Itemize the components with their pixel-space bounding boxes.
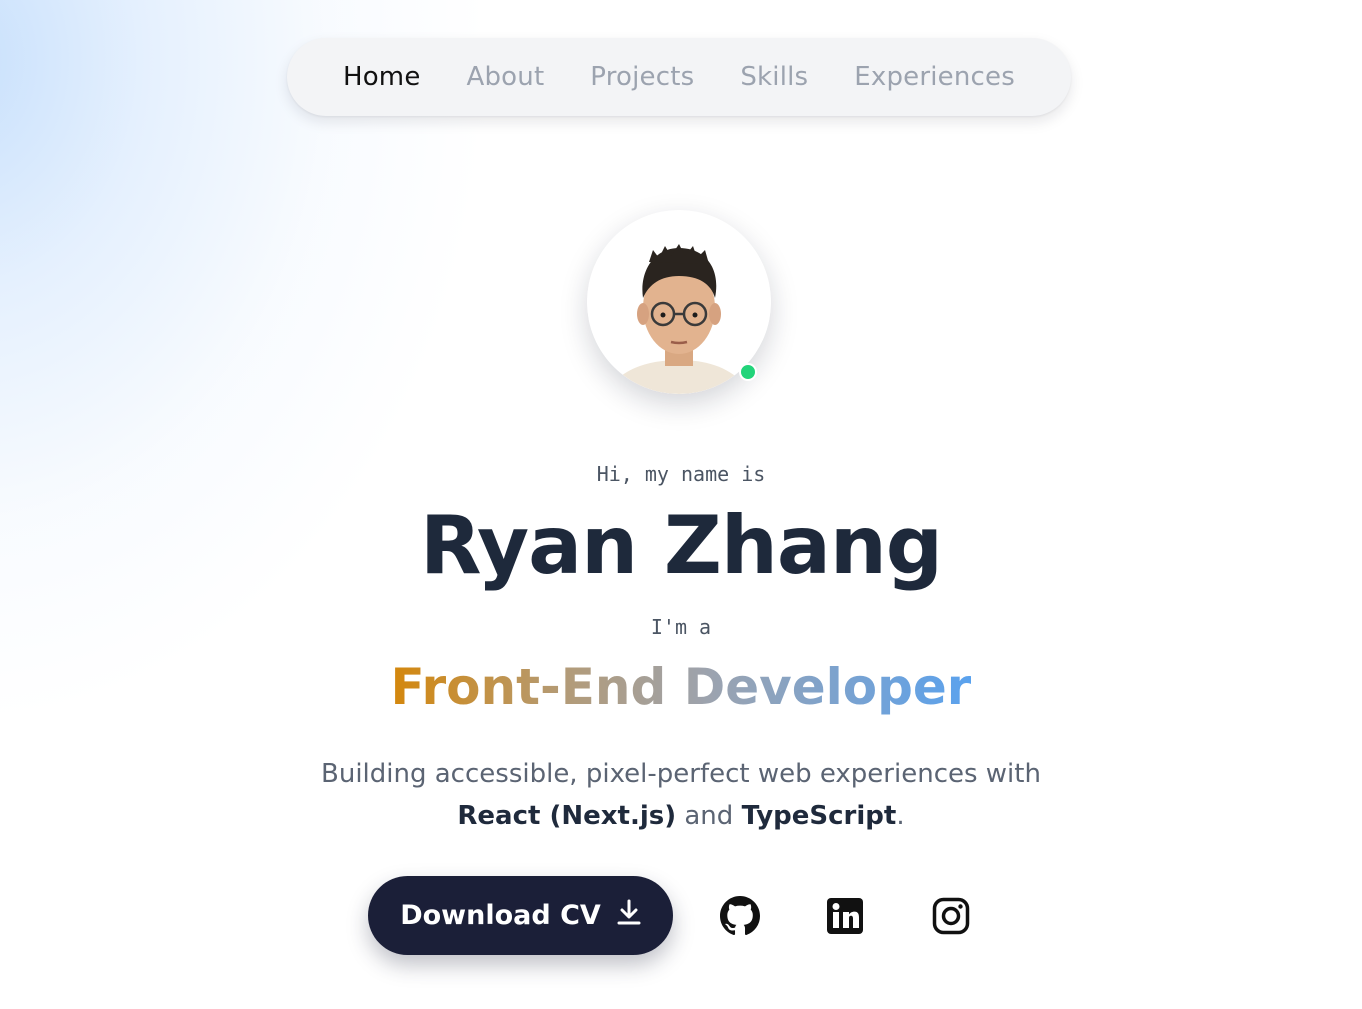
role-title-text: Front-End Developer	[390, 658, 972, 716]
description-connector: and	[684, 801, 734, 831]
hero-description: Building accessible, pixel-perfect web e…	[0, 753, 1362, 837]
top-navigation: Home About Projects Skills Experiences	[287, 38, 1071, 116]
tech-react: React (Next.js)	[457, 801, 677, 831]
online-status-dot	[739, 363, 757, 381]
person-name: Ryan Zhang	[419, 499, 943, 592]
greeting-text: Hi, my name is	[596, 462, 766, 486]
download-icon	[617, 899, 641, 932]
description-line1: Building accessible, pixel-perfect web e…	[321, 759, 1041, 789]
download-cv-button[interactable]: Download CV	[368, 876, 673, 955]
role-title: Front-End Developer	[0, 655, 1362, 719]
instagram-icon[interactable]	[931, 896, 971, 936]
linkedin-icon[interactable]	[825, 896, 865, 936]
intro-text: I'm a	[650, 615, 712, 639]
description-end: .	[896, 801, 905, 831]
nav-skills[interactable]: Skills	[740, 62, 808, 92]
download-cv-label: Download CV	[400, 900, 601, 931]
nav-experiences[interactable]: Experiences	[854, 62, 1015, 92]
profile-avatar	[587, 210, 771, 394]
github-icon[interactable]	[720, 896, 760, 936]
tech-typescript: TypeScript	[741, 801, 897, 831]
nav-home[interactable]: Home	[343, 62, 421, 92]
nav-about[interactable]: About	[466, 62, 544, 92]
nav-projects[interactable]: Projects	[590, 62, 694, 92]
